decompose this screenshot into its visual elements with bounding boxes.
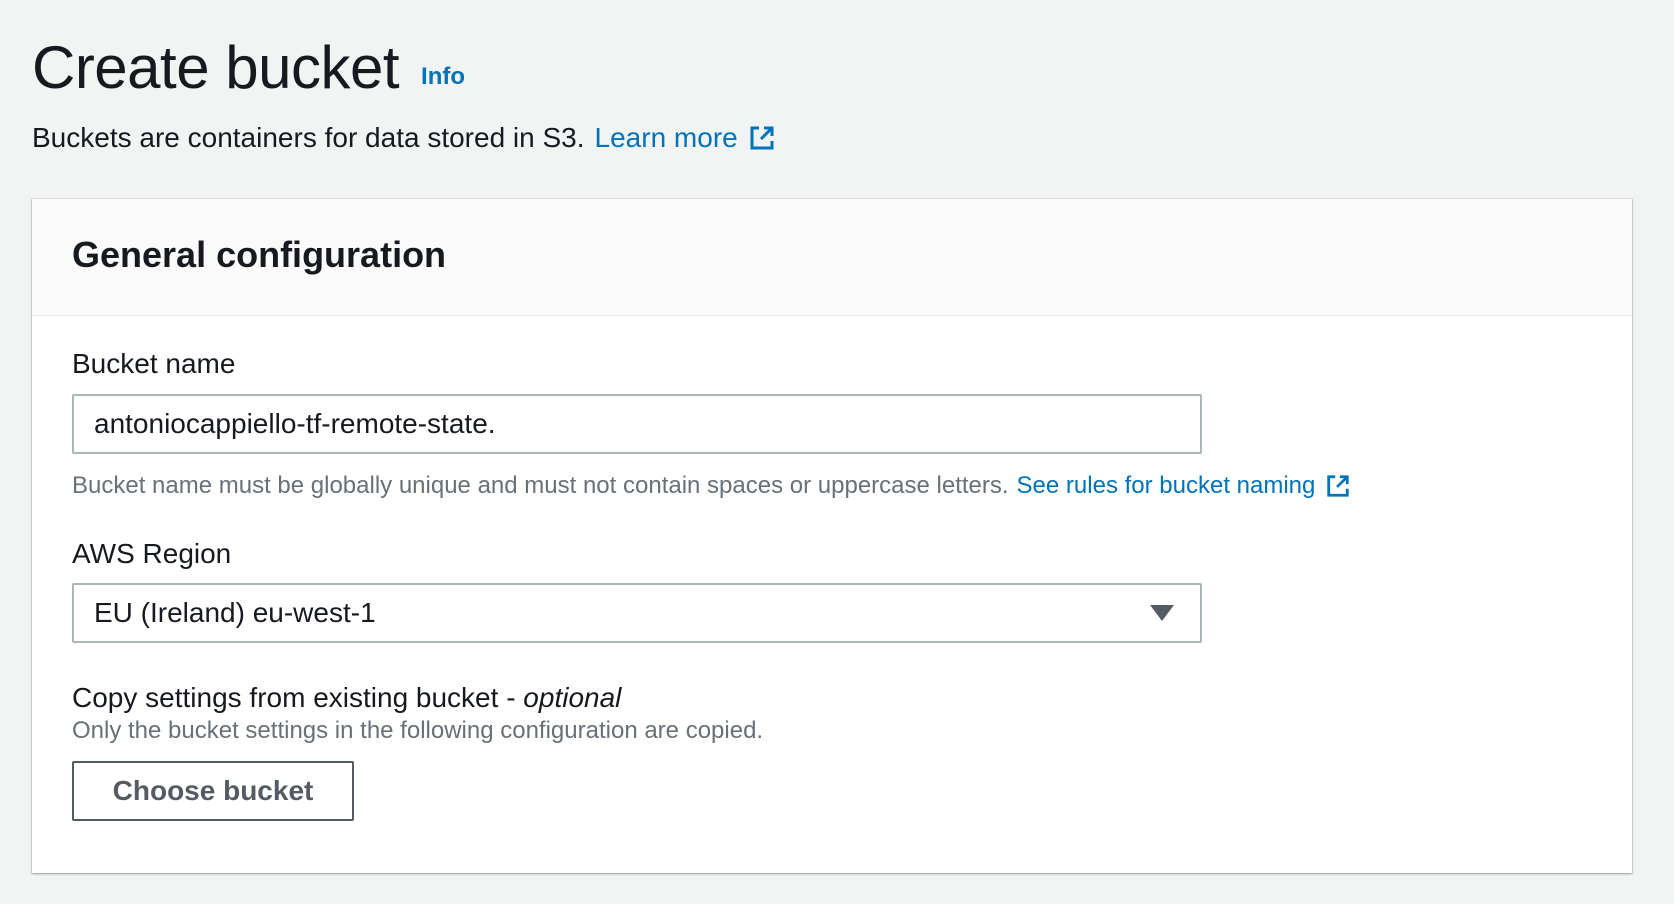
caret-down-icon: [1150, 605, 1174, 621]
optional-tag: optional: [523, 682, 622, 713]
page-description: Buckets are containers for data stored i…: [32, 120, 1632, 156]
page-description-text: Buckets are containers for data stored i…: [32, 122, 585, 153]
aws-region-label: AWS Region: [72, 538, 232, 569]
panel-header: General configuration: [32, 199, 1632, 316]
bucket-name-hint-text: Bucket name must be globally unique and …: [72, 472, 1009, 499]
external-link-icon: [750, 126, 774, 150]
page-header: Create bucket Info Buckets are container…: [32, 30, 1632, 156]
aws-region-selected-value: EU (Ireland) eu-west-1: [94, 597, 376, 628]
page-title: Create bucket: [32, 34, 400, 101]
choose-bucket-button[interactable]: Choose bucket: [72, 761, 354, 821]
copy-settings-hint: Only the bucket settings in the followin…: [72, 717, 764, 744]
panel-title: General configuration: [72, 234, 447, 275]
learn-more-label: Learn more: [594, 122, 738, 153]
bucket-name-label: Bucket name: [72, 348, 236, 379]
learn-more-link[interactable]: Learn more: [595, 120, 776, 156]
bucket-naming-rules-link[interactable]: See rules for bucket naming: [1017, 470, 1352, 502]
copy-settings-label: Copy settings from existing bucket - opt…: [72, 680, 621, 716]
bucket-name-hint: Bucket name must be globally unique and …: [72, 470, 1351, 502]
external-link-icon: [1327, 475, 1350, 497]
general-configuration-panel: General configuration Bucket name Bucket…: [32, 199, 1632, 873]
aws-region-select[interactable]: EU (Ireland) eu-west-1: [72, 583, 1202, 643]
copy-settings-label-text: Copy settings from existing bucket -: [72, 682, 524, 713]
bucket-naming-rules-label: See rules for bucket naming: [1016, 472, 1316, 499]
info-link[interactable]: Info: [421, 63, 465, 91]
title-row: Create bucket Info: [32, 30, 1632, 106]
bucket-name-input[interactable]: [72, 394, 1202, 454]
